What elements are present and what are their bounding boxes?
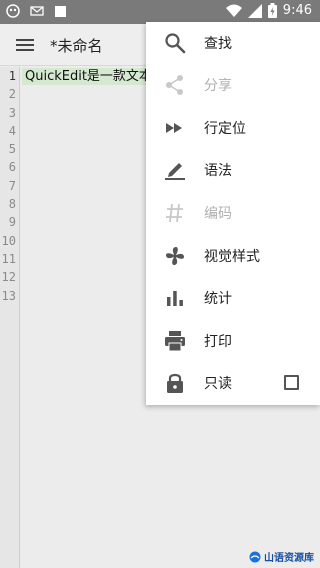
menu-item-label: 行定位 <box>204 121 246 137</box>
pen-underline-icon <box>165 163 185 180</box>
read-only-checkbox[interactable] <box>284 375 299 390</box>
line-number: 4 <box>8 123 16 138</box>
app-notification-icon <box>6 4 20 18</box>
line-number: 11 <box>1 251 16 266</box>
menu-item-encoding[interactable]: 编码 <box>146 192 320 234</box>
menu-item-label: 语法 <box>204 163 232 179</box>
printer-icon <box>165 331 185 352</box>
line-number: 5 <box>8 142 16 157</box>
menu-item-find[interactable]: 查找 <box>146 22 320 64</box>
hamburger-menu-icon[interactable] <box>16 37 34 53</box>
lock-icon <box>167 373 183 393</box>
menu-item-syntax[interactable]: 语法 <box>146 149 320 191</box>
menu-item-label: 分享 <box>204 78 232 94</box>
line-number: 9 <box>8 215 16 230</box>
menu-item-label: 统计 <box>204 291 232 307</box>
fan-icon <box>166 247 184 265</box>
line-number-gutter: 1 2 3 4 5 6 7 8 9 10 11 12 13 <box>0 67 20 568</box>
menu-item-label: 查找 <box>204 36 232 52</box>
hash-icon <box>166 203 183 223</box>
line-number: 6 <box>8 160 16 175</box>
line-number: 13 <box>1 288 16 303</box>
line-number: 8 <box>8 197 16 212</box>
menu-item-label: 只读 <box>204 376 232 392</box>
menu-item-label: 编码 <box>204 206 232 222</box>
menu-item-statistics[interactable]: 统计 <box>146 277 320 319</box>
status-time: 9:46 <box>282 3 312 18</box>
line-number: 2 <box>8 87 16 102</box>
square-notification-icon <box>55 5 66 17</box>
line-number: 3 <box>8 105 16 120</box>
menu-item-label: 视觉样式 <box>204 249 260 265</box>
line-number: 10 <box>1 233 16 248</box>
menu-item-share[interactable]: 分享 <box>146 64 320 106</box>
fast-forward-icon <box>166 123 182 133</box>
overflow-menu: 查找 分享 行定位 语法 编码 视觉样式 统计 打印 只读 <box>146 22 320 405</box>
watermark: 山语资源库 <box>249 549 314 564</box>
editor-line-1[interactable]: QuickEdit是一款文本 <box>25 68 149 85</box>
menu-item-goto-line[interactable]: 行定位 <box>146 107 320 149</box>
menu-item-label: 打印 <box>204 334 232 350</box>
menu-item-visual-style[interactable]: 视觉样式 <box>146 235 320 277</box>
wifi-icon <box>225 4 242 17</box>
search-icon <box>165 33 186 54</box>
signal-icon <box>247 3 262 18</box>
bar-chart-icon <box>167 291 183 306</box>
watermark-text: 山语资源库 <box>264 553 314 564</box>
line-number: 12 <box>1 270 16 285</box>
document-title: *未命名 <box>50 37 103 55</box>
share-icon <box>166 75 183 95</box>
battery-icon <box>267 3 277 18</box>
line-number: 7 <box>8 178 16 193</box>
watermark-logo-icon <box>249 551 261 562</box>
menu-item-print[interactable]: 打印 <box>146 320 320 362</box>
email-notification-icon <box>30 6 44 16</box>
status-bar: 9:46 <box>0 0 320 24</box>
menu-item-read-only[interactable]: 只读 <box>146 362 320 404</box>
line-number: 1 <box>8 69 16 83</box>
